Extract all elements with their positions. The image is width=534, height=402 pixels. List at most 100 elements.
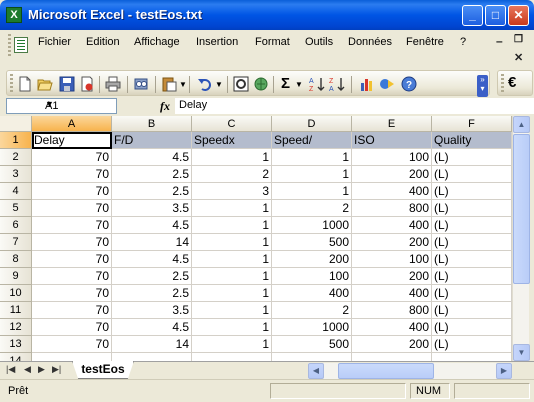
cell[interactable]: 800 <box>352 200 432 217</box>
cell[interactable]: 400 <box>352 217 432 234</box>
column-header-b[interactable]: B <box>112 116 192 132</box>
menu-donnees[interactable]: Données <box>348 36 392 48</box>
scroll-down-icon[interactable]: ▼ <box>513 344 530 361</box>
cell[interactable] <box>192 353 272 361</box>
cell[interactable]: 400 <box>272 285 352 302</box>
insert-function-icon[interactable]: fx <box>160 99 170 114</box>
cell[interactable]: 70 <box>32 200 112 217</box>
cell[interactable]: 4.5 <box>112 149 192 166</box>
cell[interactable]: 800 <box>352 302 432 319</box>
permission-icon[interactable] <box>79 76 95 92</box>
cell[interactable]: 4.5 <box>112 217 192 234</box>
cell[interactable]: 200 <box>352 336 432 353</box>
cell[interactable]: 1 <box>192 302 272 319</box>
toolbar-grip[interactable] <box>501 74 504 92</box>
cell[interactable]: 2.5 <box>112 285 192 302</box>
cell[interactable]: 400 <box>352 183 432 200</box>
cell[interactable]: 70 <box>32 302 112 319</box>
cell[interactable]: 1000 <box>272 217 352 234</box>
cell[interactable]: 4.5 <box>112 251 192 268</box>
row-header[interactable]: 2 <box>0 149 32 166</box>
cell[interactable]: 100 <box>272 268 352 285</box>
help-icon[interactable]: ? <box>401 76 417 92</box>
cell[interactable]: (L) <box>432 268 512 285</box>
menu-outils[interactable]: Outils <box>305 36 333 48</box>
row-header[interactable]: 14 <box>0 353 32 361</box>
cell[interactable]: 500 <box>272 336 352 353</box>
column-header-a[interactable]: A <box>32 116 112 132</box>
cell[interactable]: Quality <box>432 132 512 149</box>
cell[interactable]: 1 <box>192 234 272 251</box>
cell[interactable]: 200 <box>272 251 352 268</box>
menu-fichier[interactable]: Fichier <box>38 36 71 48</box>
toolbar-grip[interactable] <box>10 74 13 92</box>
vertical-scrollbar[interactable]: ▲ ▼ <box>512 116 530 361</box>
column-header-d[interactable]: D <box>272 116 352 132</box>
cell[interactable]: Speedx <box>192 132 272 149</box>
chart-icon[interactable] <box>359 76 375 92</box>
column-header-c[interactable]: C <box>192 116 272 132</box>
cell[interactable]: 70 <box>32 149 112 166</box>
cell[interactable]: 70 <box>32 166 112 183</box>
horizontal-scroll-thumb[interactable] <box>338 363 434 379</box>
cell[interactable]: 70 <box>32 234 112 251</box>
row-header[interactable]: 10 <box>0 285 32 302</box>
menu-affichage[interactable]: Affichage <box>134 36 180 48</box>
cell[interactable]: 1 <box>192 200 272 217</box>
cell[interactable]: 70 <box>32 251 112 268</box>
cell[interactable]: 14 <box>112 234 192 251</box>
hyperlink-icon[interactable] <box>253 76 269 92</box>
cell[interactable]: (L) <box>432 234 512 251</box>
cell[interactable]: (L) <box>432 183 512 200</box>
row-header[interactable]: 3 <box>0 166 32 183</box>
cell[interactable]: 200 <box>352 166 432 183</box>
title-bar[interactable]: X Microsoft Excel - testEos.txt _ □ ✕ <box>0 0 534 30</box>
previous-sheet-icon[interactable]: ◀ <box>24 364 31 375</box>
cell[interactable]: 1 <box>192 319 272 336</box>
cell[interactable] <box>32 353 112 361</box>
worksheet-grid[interactable]: ABCDEF 1 Delay F/D Speedx Speed/ISO Quality 2 7… <box>0 116 512 361</box>
row-header[interactable]: 5 <box>0 200 32 217</box>
cell[interactable]: 70 <box>32 217 112 234</box>
cell[interactable] <box>272 353 352 361</box>
row-header[interactable]: 11 <box>0 302 32 319</box>
row-header[interactable]: 4 <box>0 183 32 200</box>
cell[interactable]: 1 <box>192 217 272 234</box>
cell[interactable]: 200 <box>352 234 432 251</box>
cell[interactable] <box>112 353 192 361</box>
minimize-button[interactable]: _ <box>462 5 483 26</box>
scroll-up-icon[interactable]: ▲ <box>513 116 530 133</box>
menu-help[interactable]: ? <box>460 36 466 48</box>
menu-edition[interactable]: Edition <box>86 36 120 48</box>
cell[interactable]: 1 <box>192 251 272 268</box>
cell[interactable]: 2.5 <box>112 183 192 200</box>
cell[interactable]: ISO <box>352 132 432 149</box>
cell[interactable]: 2.5 <box>112 166 192 183</box>
save-icon[interactable] <box>59 76 75 92</box>
horizontal-scrollbar[interactable]: ◀ ▶ <box>308 363 512 379</box>
cell[interactable]: 2 <box>192 166 272 183</box>
next-sheet-icon[interactable]: ▶ <box>38 364 45 375</box>
menu-fenetre[interactable]: Fenêtre <box>406 36 444 48</box>
cell[interactable]: 1 <box>272 166 352 183</box>
cell[interactable]: 400 <box>352 319 432 336</box>
maximize-button[interactable]: □ <box>485 5 506 26</box>
cell[interactable]: 500 <box>272 234 352 251</box>
cell[interactable]: (L) <box>432 200 512 217</box>
toolbar-options-icon[interactable]: » ▾ <box>477 75 488 97</box>
chevron-down-icon[interactable]: ▼ <box>45 99 112 109</box>
name-box[interactable]: A1 ▼ <box>6 98 117 114</box>
menu-format[interactable]: Format <box>255 36 290 48</box>
row-header[interactable]: 9 <box>0 268 32 285</box>
cell[interactable]: 2 <box>272 200 352 217</box>
cell[interactable]: (L) <box>432 149 512 166</box>
cell[interactable]: 4.5 <box>112 319 192 336</box>
cell[interactable]: (L) <box>432 336 512 353</box>
cell[interactable]: 1 <box>272 183 352 200</box>
sort-descending-icon[interactable]: ZA <box>329 76 345 92</box>
cell[interactable]: 2.5 <box>112 268 192 285</box>
cell[interactable]: 3.5 <box>112 200 192 217</box>
cell[interactable]: 1 <box>192 149 272 166</box>
cell[interactable]: (L) <box>432 285 512 302</box>
cell[interactable]: 100 <box>352 251 432 268</box>
